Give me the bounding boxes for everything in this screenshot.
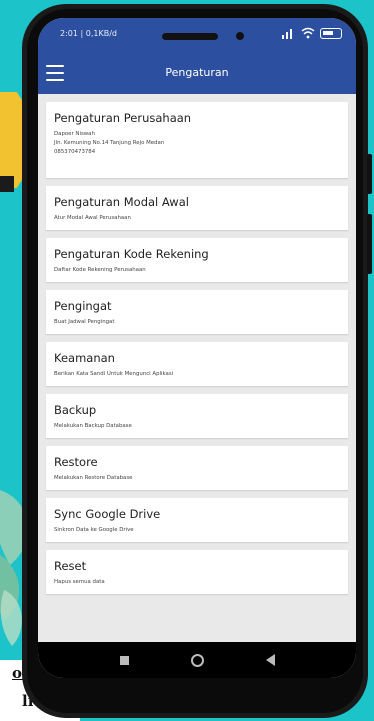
settings-item-title: Backup <box>54 403 97 417</box>
status-time: 2:01 | 0,1KB/d <box>60 29 117 38</box>
settings-item-backup[interactable]: Backup Melakukan Backup Database <box>46 394 348 438</box>
speaker-notch <box>162 33 218 40</box>
settings-item-reset[interactable]: Reset Hapus semua data <box>46 550 348 594</box>
settings-item-company[interactable]: Pengaturan Perusahaan Dapoer Niswah Jln.… <box>46 102 348 178</box>
app-bar: Pengaturan <box>38 54 356 94</box>
back-icon[interactable] <box>265 654 275 666</box>
wifi-icon <box>301 27 315 39</box>
settings-item-title: Keamanan <box>54 351 115 365</box>
settings-item-title: Pengaturan Perusahaan <box>54 111 192 125</box>
volume-button <box>367 154 372 194</box>
settings-item-title: Pengingat <box>54 299 112 313</box>
status-icons <box>282 27 342 39</box>
settings-item-subtitle: Atur Modal Awal Perusahaan <box>54 215 131 221</box>
settings-item-initial-capital[interactable]: Pengaturan Modal Awal Atur Modal Awal Pe… <box>46 186 348 230</box>
company-phone: 085370473784 <box>54 149 96 155</box>
arrow-shadow-decoration <box>0 176 14 192</box>
phone-frame: 2:01 | 0,1KB/d Pengaturan Pengaturan Per… <box>22 4 372 718</box>
settings-item-title: Reset <box>54 559 87 573</box>
company-address: Jln. Kemuning No.14 Tanjung Rejo Medan <box>54 140 165 146</box>
settings-item-subtitle: Sinkron Data ke Google Drive <box>54 527 134 533</box>
settings-item-subtitle: Hapus semua data <box>54 579 105 585</box>
settings-list: Pengaturan Perusahaan Dapoer Niswah Jln.… <box>38 94 356 642</box>
settings-item-account-codes[interactable]: Pengaturan Kode Rekening Daftar Kode Rek… <box>46 238 348 282</box>
phone-screen: 2:01 | 0,1KB/d Pengaturan Pengaturan Per… <box>38 18 356 678</box>
settings-item-reminder[interactable]: Pengingat Buat Jadwal Pengingat <box>46 290 348 334</box>
settings-item-subtitle: Melakukan Backup Database <box>54 423 132 429</box>
android-nav-bar <box>38 642 356 678</box>
settings-item-subtitle: Berikan Kata Sandi Untuk Mengunci Aplika… <box>54 371 174 377</box>
power-button <box>367 214 372 274</box>
company-name: Dapoer Niswah <box>54 131 95 137</box>
page-title: Pengaturan <box>165 66 229 79</box>
home-icon[interactable] <box>190 653 204 667</box>
status-bar: 2:01 | 0,1KB/d <box>38 18 356 54</box>
settings-item-title: Pengaturan Kode Rekening <box>54 247 209 261</box>
settings-item-google-drive-sync[interactable]: Sync Google Drive Sinkron Data ke Google… <box>46 498 348 542</box>
settings-item-title: Pengaturan Modal Awal <box>54 195 189 209</box>
signal-icon <box>282 29 292 39</box>
settings-item-subtitle: Melakukan Restore Database <box>54 475 133 481</box>
settings-item-restore[interactable]: Restore Melakukan Restore Database <box>46 446 348 490</box>
settings-item-security[interactable]: Keamanan Berikan Kata Sandi Untuk Mengun… <box>46 342 348 386</box>
settings-item-subtitle: Buat Jadwal Pengingat <box>54 319 115 325</box>
settings-item-subtitle: Daftar Kode Rekening Perusahaan <box>54 267 146 273</box>
battery-icon <box>320 27 342 39</box>
settings-item-title: Restore <box>54 455 98 469</box>
settings-item-title: Sync Google Drive <box>54 507 161 521</box>
recent-apps-icon[interactable] <box>119 655 129 665</box>
front-camera <box>236 32 244 40</box>
